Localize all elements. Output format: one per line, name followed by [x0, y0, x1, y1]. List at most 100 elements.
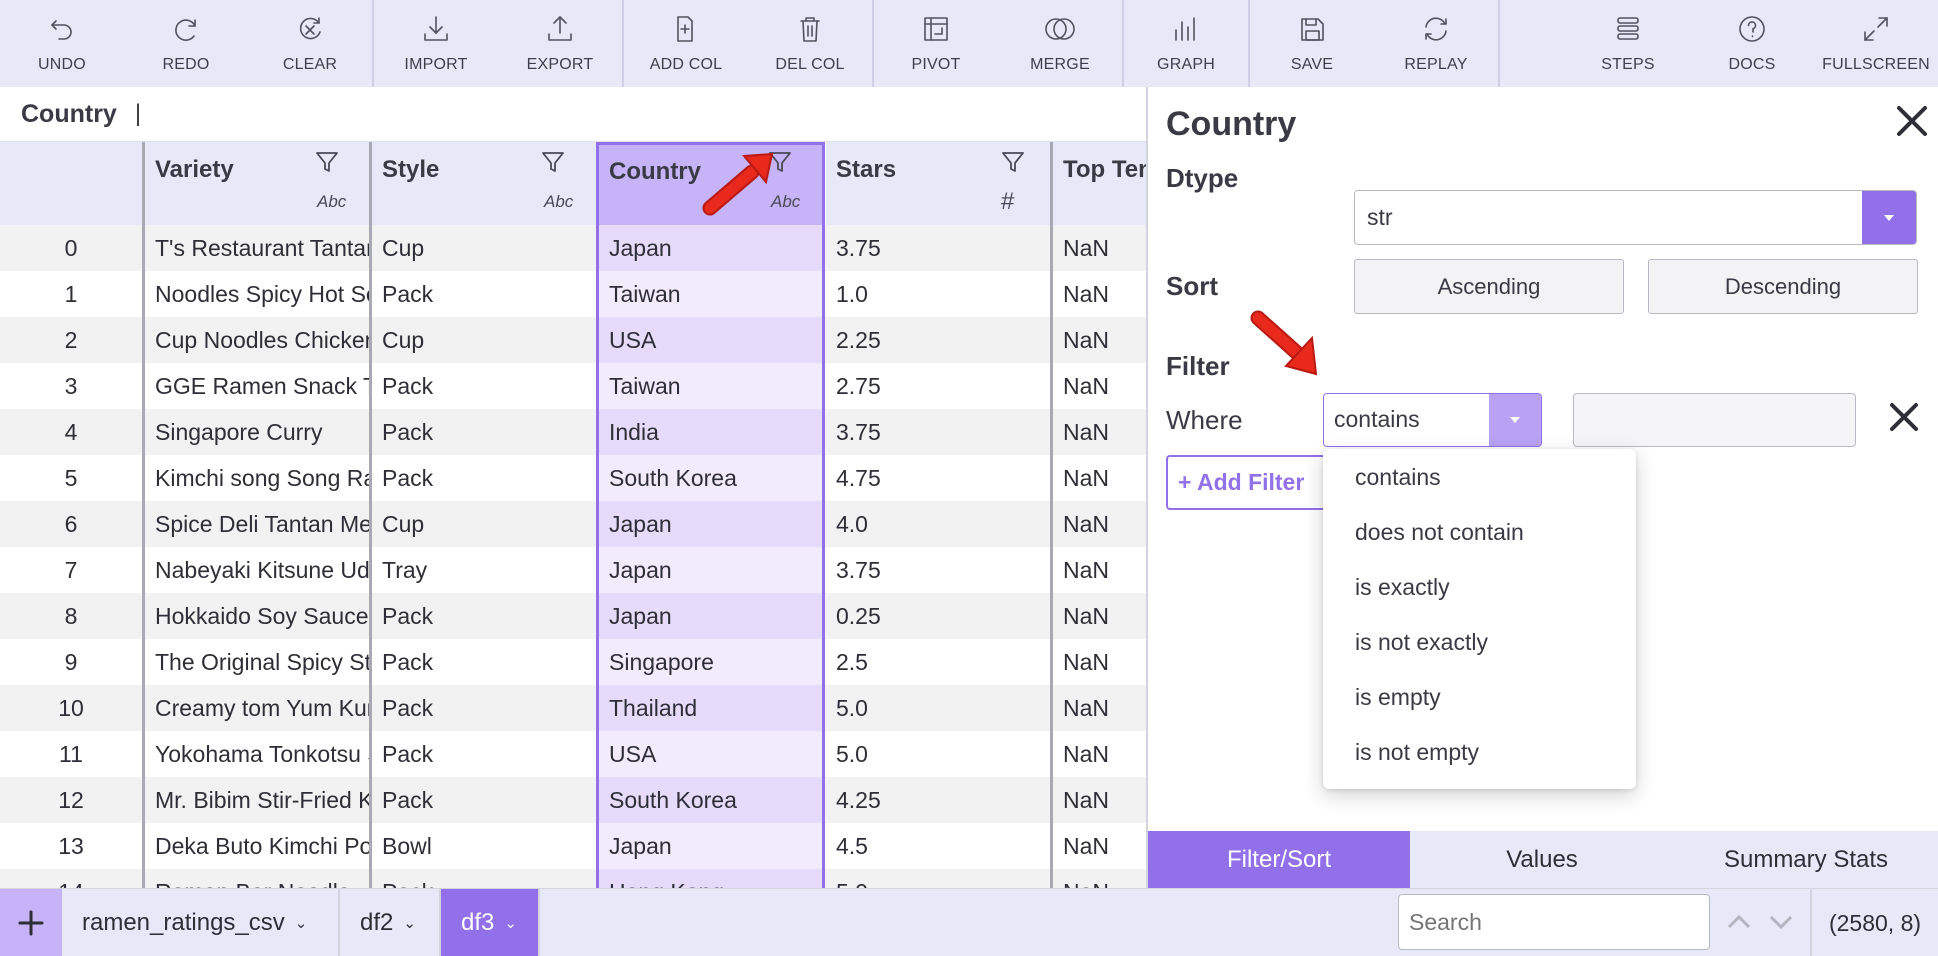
- column-header-variety[interactable]: Variety Abc: [145, 142, 369, 225]
- search-input[interactable]: [1398, 894, 1710, 950]
- dropdown-option-is-empty[interactable]: is empty: [1355, 684, 1441, 711]
- table-cell[interactable]: NaN: [1053, 409, 1146, 455]
- table-cell[interactable]: Japan: [599, 593, 823, 639]
- dropdown-option-is-not-empty[interactable]: is not empty: [1355, 739, 1479, 766]
- table-cell[interactable]: Japan: [599, 547, 823, 593]
- filter-icon[interactable]: [313, 148, 341, 176]
- sheet-tab-df3[interactable]: df3 ⌄: [441, 889, 540, 956]
- table-cell[interactable]: 2.25: [826, 317, 1050, 363]
- table-cell[interactable]: USA: [599, 317, 823, 363]
- fullscreen-button[interactable]: FULLSCREEN: [1814, 0, 1938, 87]
- table-cell[interactable]: 4.75: [826, 455, 1050, 501]
- column-header-top-ten[interactable]: Top Ten: [1053, 142, 1146, 225]
- table-cell[interactable]: Deka Buto Kimchi Pork: [145, 823, 369, 869]
- table-cell[interactable]: Pack: [372, 685, 596, 731]
- table-cell[interactable]: T's Restaurant Tantan: [145, 225, 369, 271]
- merge-button[interactable]: MERGE: [998, 0, 1122, 87]
- remove-filter-button[interactable]: [1884, 397, 1924, 437]
- table-cell[interactable]: NaN: [1053, 455, 1146, 501]
- sort-descending-button[interactable]: Descending: [1648, 259, 1918, 314]
- dtype-select[interactable]: str: [1354, 190, 1917, 245]
- table-cell[interactable]: USA: [599, 731, 823, 777]
- dropdown-option-does-not-contain[interactable]: does not contain: [1355, 519, 1524, 546]
- import-button[interactable]: IMPORT: [374, 0, 498, 87]
- table-cell[interactable]: Taiwan: [599, 363, 823, 409]
- del-col-button[interactable]: DEL COL: [748, 0, 872, 87]
- table-cell[interactable]: NaN: [1053, 777, 1146, 823]
- table-cell[interactable]: Pack: [372, 455, 596, 501]
- table-cell[interactable]: Hong Kong: [599, 869, 823, 888]
- table-cell[interactable]: Singapore: [599, 639, 823, 685]
- table-cell[interactable]: 1.0: [826, 271, 1050, 317]
- close-panel-button[interactable]: [1894, 103, 1930, 139]
- table-cell[interactable]: Pack: [372, 731, 596, 777]
- table-cell[interactable]: Pack: [372, 639, 596, 685]
- table-cell[interactable]: South Korea: [599, 455, 823, 501]
- column-header-stars[interactable]: Stars #: [826, 142, 1050, 225]
- dropdown-option-is-exactly[interactable]: is exactly: [1355, 574, 1450, 601]
- add-col-button[interactable]: ADD COL: [624, 0, 748, 87]
- clear-button[interactable]: CLEAR: [248, 0, 372, 87]
- table-cell[interactable]: 4.25: [826, 777, 1050, 823]
- table-cell[interactable]: Taiwan: [599, 271, 823, 317]
- table-cell[interactable]: Pack: [372, 363, 596, 409]
- graph-button[interactable]: GRAPH: [1124, 0, 1248, 87]
- table-cell[interactable]: Cup: [372, 317, 596, 363]
- table-cell[interactable]: Pack: [372, 593, 596, 639]
- table-cell[interactable]: NaN: [1053, 317, 1146, 363]
- table-cell[interactable]: Pack: [372, 777, 596, 823]
- add-sheet-button[interactable]: [0, 889, 62, 956]
- table-cell[interactable]: NaN: [1053, 501, 1146, 547]
- table-cell[interactable]: Cup Noodles Chicken: [145, 317, 369, 363]
- pivot-button[interactable]: PIVOT: [874, 0, 998, 87]
- table-cell[interactable]: Spice Deli Tantan Men: [145, 501, 369, 547]
- table-cell[interactable]: Hokkaido Soy Sauce: [145, 593, 369, 639]
- table-cell[interactable]: NaN: [1053, 685, 1146, 731]
- table-cell[interactable]: Noodles Spicy Hot Sesame: [145, 271, 369, 317]
- save-button[interactable]: SAVE: [1250, 0, 1374, 87]
- sort-ascending-button[interactable]: Ascending: [1354, 259, 1624, 314]
- table-cell[interactable]: Cup: [372, 501, 596, 547]
- filter-icon[interactable]: [766, 148, 794, 176]
- table-cell[interactable]: Singapore Curry: [145, 409, 369, 455]
- table-cell[interactable]: Tray: [372, 547, 596, 593]
- table-cell[interactable]: Creamy tom Yum Kung: [145, 685, 369, 731]
- table-cell[interactable]: Mr. Bibim Stir-Fried Kimchi: [145, 777, 369, 823]
- table-cell[interactable]: Thailand: [599, 685, 823, 731]
- table-cell[interactable]: 5.0: [826, 685, 1050, 731]
- column-header-style[interactable]: Style Abc: [372, 142, 596, 225]
- table-cell[interactable]: GGE Ramen Snack Tomato: [145, 363, 369, 409]
- table-cell[interactable]: Pack: [372, 409, 596, 455]
- table-cell[interactable]: Nabeyaki Kitsune Udon: [145, 547, 369, 593]
- table-cell[interactable]: 0.25: [826, 593, 1050, 639]
- table-cell[interactable]: Cup: [372, 225, 596, 271]
- table-cell[interactable]: South Korea: [599, 777, 823, 823]
- table-cell[interactable]: 4.5: [826, 823, 1050, 869]
- table-cell[interactable]: 3.75: [826, 409, 1050, 455]
- table-cell[interactable]: NaN: [1053, 225, 1146, 271]
- filter-icon[interactable]: [999, 148, 1027, 176]
- tab-filter-sort[interactable]: Filter/Sort: [1148, 831, 1410, 888]
- export-button[interactable]: EXPORT: [498, 0, 622, 87]
- table-cell[interactable]: NaN: [1053, 593, 1146, 639]
- table-cell[interactable]: 3.75: [826, 547, 1050, 593]
- table-cell[interactable]: Bowl: [372, 823, 596, 869]
- dropdown-option-is-not-exactly[interactable]: is not exactly: [1355, 629, 1488, 656]
- table-cell[interactable]: NaN: [1053, 731, 1146, 777]
- steps-button[interactable]: STEPS: [1566, 0, 1690, 87]
- tab-values[interactable]: Values: [1410, 831, 1674, 888]
- table-cell[interactable]: NaN: [1053, 271, 1146, 317]
- undo-button[interactable]: UNDO: [0, 0, 124, 87]
- sheet-tab-ramen-ratings-csv[interactable]: ramen_ratings_csv ⌄: [62, 889, 340, 956]
- table-cell[interactable]: NaN: [1053, 547, 1146, 593]
- table-cell[interactable]: Japan: [599, 225, 823, 271]
- table-cell[interactable]: NaN: [1053, 869, 1146, 888]
- table-cell[interactable]: 2.5: [826, 639, 1050, 685]
- add-filter-button[interactable]: + Add Filter: [1166, 455, 1326, 510]
- replay-button[interactable]: REPLAY: [1374, 0, 1498, 87]
- table-cell[interactable]: 2.75: [826, 363, 1050, 409]
- docs-button[interactable]: DOCS: [1690, 0, 1814, 87]
- table-cell[interactable]: The Original Spicy Stir: [145, 639, 369, 685]
- table-cell[interactable]: NaN: [1053, 823, 1146, 869]
- table-cell[interactable]: Yokohama Tonkotsu Shoyu: [145, 731, 369, 777]
